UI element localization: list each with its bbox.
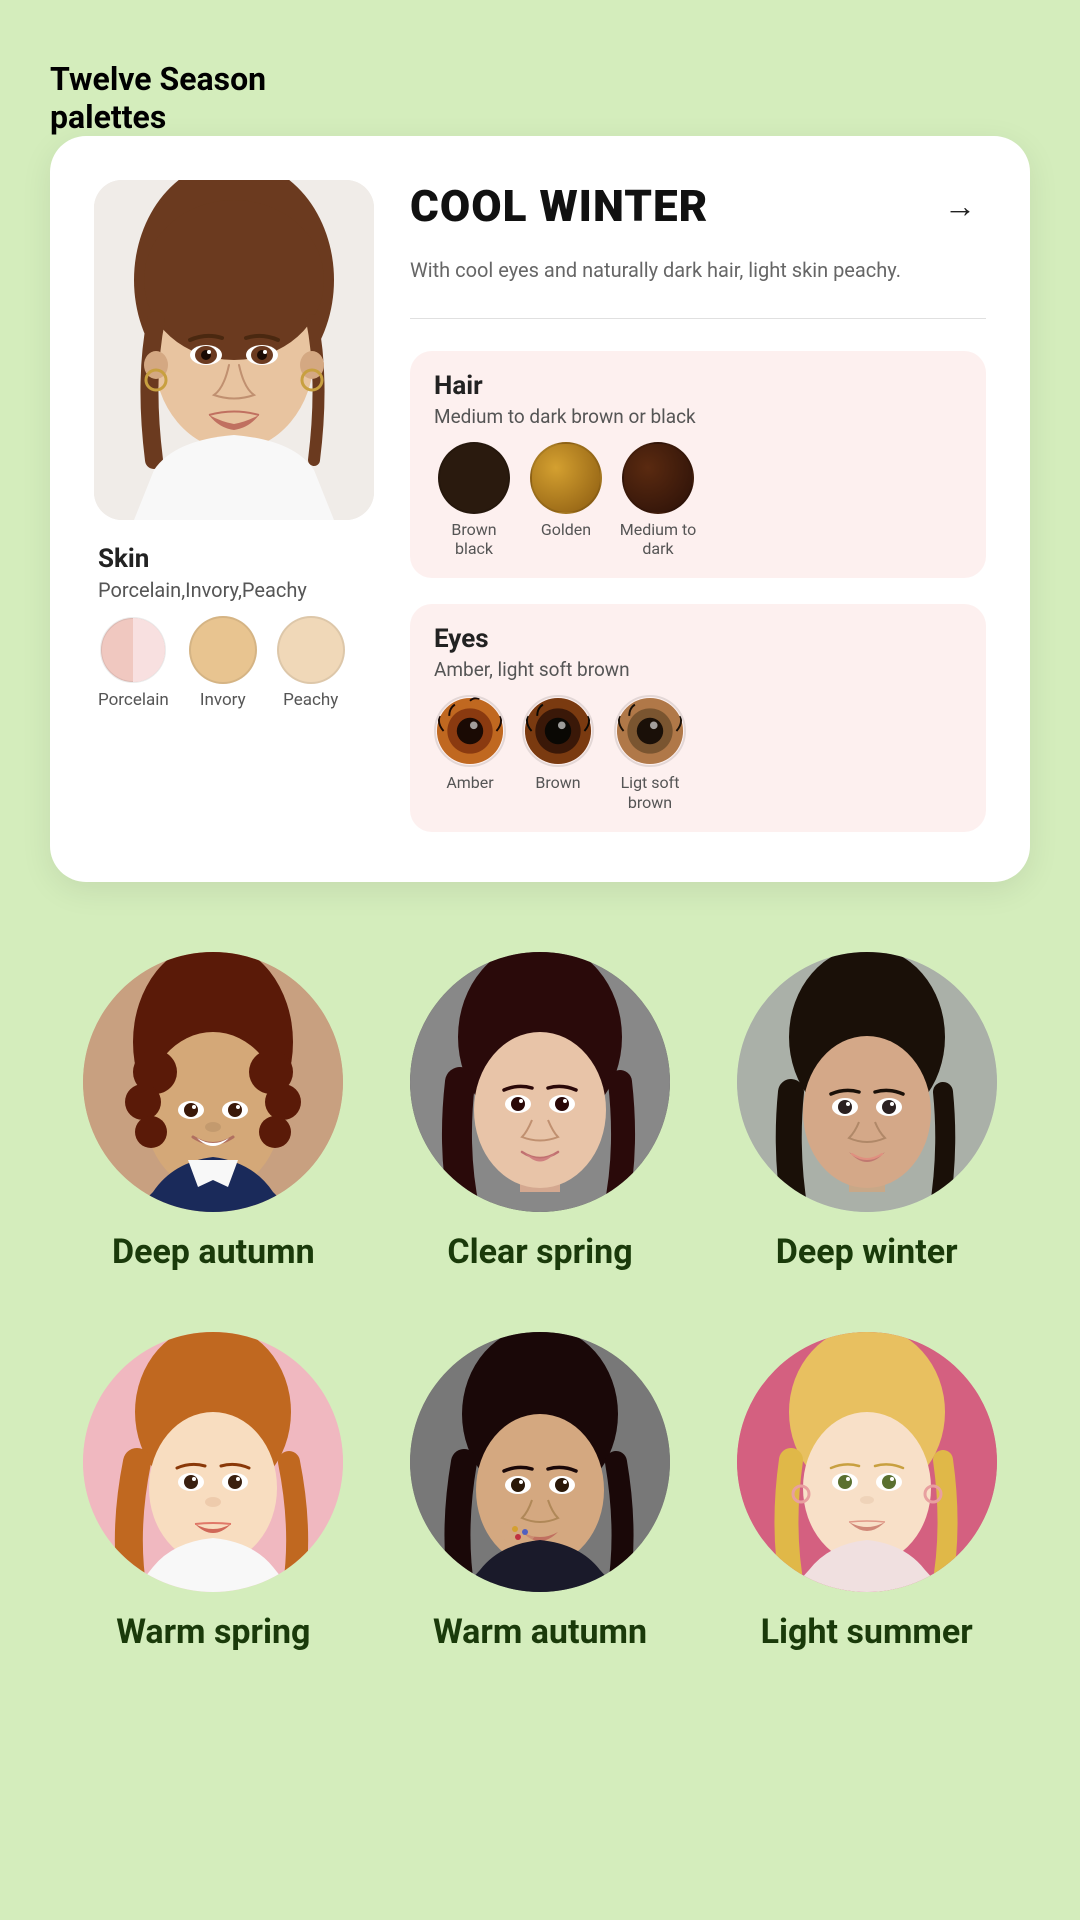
eyes-subtitle: Amber, light soft brown (434, 658, 962, 681)
hair-swatches: Brown black Golden Medium to dark (434, 442, 962, 558)
person-circle-clear-spring (410, 952, 670, 1212)
season-title: COOL WINTER (410, 180, 708, 232)
hair-title: Hair (434, 371, 962, 401)
hair-label-brown-black: Brown black (434, 520, 514, 558)
skin-swatches: Porcelain Invory Peachy (98, 616, 370, 710)
eye-swatch-amber: Amber (434, 695, 506, 811)
season-deep-autumn[interactable]: Deep autumn (50, 952, 377, 1272)
season-name-clear-spring: Clear spring (447, 1232, 632, 1272)
swatch-circle-invory (189, 616, 257, 684)
card-left: Skin Porcelain,Invory,Peachy Porcelain I… (94, 180, 374, 838)
swatch-circle-peachy (277, 616, 345, 684)
eye-label-brown: Brown (535, 773, 580, 792)
skin-swatch-invory: Invory (189, 616, 257, 710)
eye-circle-brown (522, 695, 594, 767)
hair-circle-medium-dark (622, 442, 694, 514)
card-right: COOL WINTER → With cool eyes and natural… (410, 180, 986, 838)
eye-swatch-brown: Brown (522, 695, 594, 811)
season-name-warm-spring: Warm spring (116, 1612, 310, 1652)
hair-label-medium-dark: Medium to dark (618, 520, 698, 558)
season-name-deep-autumn: Deep autumn (112, 1232, 315, 1272)
season-light-summer[interactable]: Light summer (703, 1332, 1030, 1652)
eye-label-amber: Amber (446, 773, 493, 792)
person-circle-deep-autumn (83, 952, 343, 1212)
skin-label: Skin (98, 544, 370, 574)
skin-swatch-porcelain: Porcelain (98, 616, 169, 710)
swatch-label-peachy: Peachy (283, 690, 338, 710)
eye-circle-amber (434, 695, 506, 767)
season-card: Skin Porcelain,Invory,Peachy Porcelain I… (50, 136, 1030, 882)
hair-subtitle: Medium to dark brown or black (434, 405, 962, 428)
hair-label-golden: Golden (541, 520, 591, 539)
eyes-swatches: Amber Brown (434, 695, 962, 811)
season-warm-spring[interactable]: Warm spring (50, 1332, 377, 1652)
hair-swatch-medium-dark: Medium to dark (618, 442, 698, 558)
seasons-row-2: Warm spring (50, 1332, 1030, 1652)
seasons-grid: Deep autumn (50, 952, 1030, 1652)
season-clear-spring[interactable]: Clear spring (377, 952, 704, 1272)
seasons-row-1: Deep autumn (50, 952, 1030, 1272)
swatch-label-invory: Invory (200, 690, 246, 710)
season-arrow[interactable]: → (934, 180, 986, 232)
hair-swatch-golden: Golden (530, 442, 602, 558)
season-header: COOL WINTER → (410, 180, 986, 232)
eye-swatch-light-brown: Ligt soft brown (610, 695, 690, 811)
season-deep-winter[interactable]: Deep winter (703, 952, 1030, 1272)
person-circle-warm-autumn (410, 1332, 670, 1592)
person-circle-deep-winter (737, 952, 997, 1212)
skin-subtitle: Porcelain,Invory,Peachy (98, 578, 370, 602)
swatch-label-porcelain: Porcelain (98, 690, 169, 710)
person-circle-light-summer (737, 1332, 997, 1592)
portrait (94, 180, 374, 520)
hair-circle-golden (530, 442, 602, 514)
season-name-warm-autumn: Warm autumn (433, 1612, 647, 1652)
skin-swatch-peachy: Peachy (277, 616, 345, 710)
hair-box: Hair Medium to dark brown or black Brown… (410, 351, 986, 578)
season-name-light-summer: Light summer (761, 1612, 973, 1652)
season-description: With cool eyes and naturally dark hair, … (410, 256, 986, 284)
hair-circle-brown-black (438, 442, 510, 514)
season-name-deep-winter: Deep winter (776, 1232, 958, 1272)
page-title: Twelve Season palettes (50, 60, 1030, 136)
person-circle-warm-spring (83, 1332, 343, 1592)
eye-label-light-brown: Ligt soft brown (610, 773, 690, 811)
hair-swatch-brown-black: Brown black (434, 442, 514, 558)
season-warm-autumn[interactable]: Warm autumn (377, 1332, 704, 1652)
card-divider (410, 318, 986, 319)
skin-section: Skin Porcelain,Invory,Peachy Porcelain I… (94, 544, 374, 710)
eye-circle-light-brown (614, 695, 686, 767)
eyes-box: Eyes Amber, light soft brown (410, 604, 986, 831)
eyes-title: Eyes (434, 624, 962, 654)
